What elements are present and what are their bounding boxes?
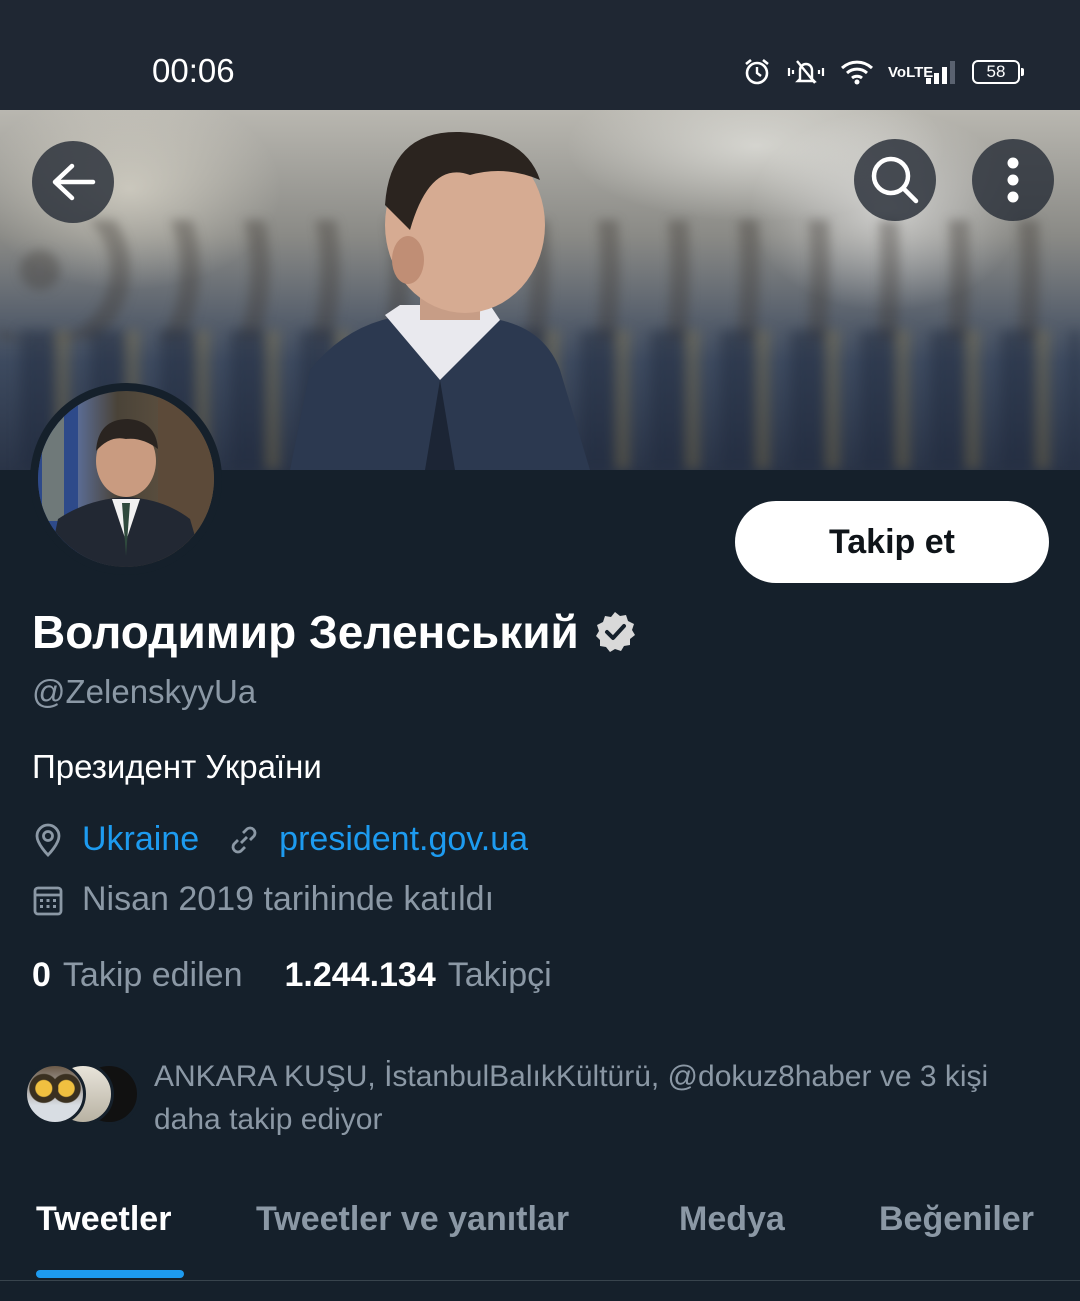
- more-vertical-icon: [1007, 157, 1019, 203]
- status-bar: 00:06 Vo LTE 58: [0, 0, 1080, 110]
- followers-stat[interactable]: 1.244.134 Takipçi: [284, 956, 551, 995]
- verified-badge-icon: [593, 610, 637, 654]
- wifi-icon: [840, 58, 874, 86]
- following-label: Takip edilen: [62, 956, 243, 994]
- profile-handle: @ZelenskyyUa: [32, 673, 257, 710]
- battery-indicator: 58: [972, 60, 1024, 84]
- followers-you-know-avatars: [24, 1063, 144, 1127]
- tab-likes[interactable]: Beğeniler: [879, 1200, 1034, 1239]
- search-button[interactable]: [854, 139, 936, 221]
- followers-you-know-text: ANKARA KUŞU, İstanbulBalıkKültürü, @doku…: [154, 1060, 989, 1136]
- silent-icon: [786, 57, 826, 87]
- profile-bio: Президент України: [32, 748, 322, 785]
- follow-button[interactable]: Takip et: [735, 501, 1049, 583]
- status-icons: Vo LTE 58: [742, 52, 1024, 92]
- tab-media[interactable]: Medya: [679, 1200, 785, 1239]
- display-name: Володимир Зеленський: [32, 605, 637, 659]
- profile-avatar[interactable]: [30, 383, 222, 575]
- tab-tweets[interactable]: Tweetler: [36, 1200, 171, 1239]
- profile-location: Ukraine: [82, 820, 200, 858]
- profile-tabs: Tweetler Tweetler ve yanıtlar Medya Beğe…: [0, 1172, 1080, 1280]
- volte-top-label: Vo: [888, 63, 907, 81]
- back-arrow-icon: [52, 163, 96, 201]
- active-tab-indicator: [36, 1270, 184, 1278]
- calendar-icon: [32, 883, 64, 917]
- display-name-text: Володимир Зеленський: [32, 606, 579, 658]
- profile-joined-date: Nisan 2019 tarihinde katıldı: [82, 880, 495, 918]
- profile-website-link[interactable]: president.gov.ua: [279, 820, 528, 859]
- banner-portrait: [290, 131, 590, 470]
- follower-avatar: [24, 1063, 86, 1125]
- volte-icon: Vo LTE: [888, 63, 933, 81]
- signal-icon: [924, 58, 958, 86]
- alarm-icon: [742, 57, 772, 87]
- status-time: 00:06: [152, 52, 235, 89]
- link-icon: [227, 823, 261, 857]
- tab-tweets-and-replies[interactable]: Tweetler ve yanıtlar: [256, 1200, 569, 1239]
- profile-joined-row: Nisan 2019 tarihinde katıldı: [32, 880, 494, 919]
- following-stat[interactable]: 0 Takip edilen: [32, 956, 242, 995]
- profile-stats: 0 Takip edilen 1.244.134 Takipçi: [32, 956, 552, 995]
- location-icon: [32, 822, 64, 858]
- followers-label: Takipçi: [447, 956, 552, 994]
- back-button[interactable]: [32, 141, 114, 223]
- following-count: 0: [32, 956, 51, 994]
- profile-meta-row: Ukraine president.gov.ua: [32, 820, 528, 859]
- more-options-button[interactable]: [972, 139, 1054, 221]
- followers-count: 1.244.134: [284, 956, 436, 994]
- tabs-divider: [0, 1280, 1080, 1281]
- search-icon: [871, 156, 919, 204]
- avatar-image: [38, 391, 214, 567]
